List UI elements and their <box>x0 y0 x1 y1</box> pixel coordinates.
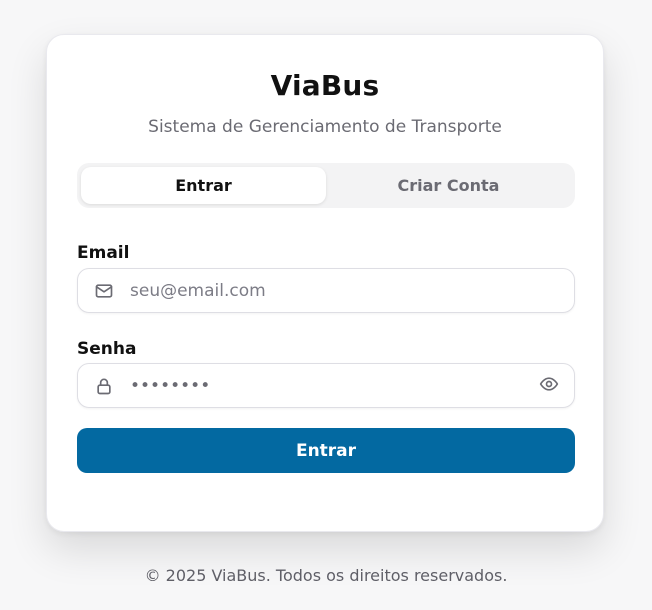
login-button[interactable]: Entrar <box>77 428 575 473</box>
footer-copyright: © 2025 ViaBus. Todos os direitos reserva… <box>144 566 508 585</box>
email-field <box>77 268 575 313</box>
password-label: Senha <box>77 339 137 359</box>
show-password-button[interactable] <box>524 364 574 407</box>
password-field <box>77 363 575 408</box>
auth-tabs: Entrar Criar Conta <box>77 163 575 208</box>
lock-icon <box>78 364 130 407</box>
app-title: ViaBus <box>270 69 380 102</box>
email-input[interactable] <box>130 269 574 312</box>
mail-icon <box>78 269 130 312</box>
email-label: Email <box>77 243 130 263</box>
app-subtitle: Sistema de Gerenciamento de Transporte <box>148 117 502 137</box>
login-card: ViaBus Sistema de Gerenciamento de Trans… <box>46 34 604 532</box>
password-input[interactable] <box>130 364 524 407</box>
login-page: ViaBus Sistema de Gerenciamento de Trans… <box>0 0 652 610</box>
tab-criar-conta[interactable]: Criar Conta <box>326 167 571 204</box>
tab-entrar[interactable]: Entrar <box>81 167 326 204</box>
eye-icon <box>539 374 559 398</box>
